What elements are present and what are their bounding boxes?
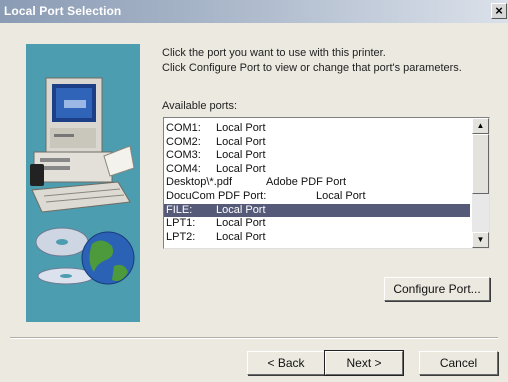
window-title: Local Port Selection <box>4 4 122 18</box>
port-description: Local Port <box>216 203 266 216</box>
port-description: Local Port <box>216 162 266 175</box>
port-description: Local Port <box>216 135 266 148</box>
port-row-desktop-pdf[interactable]: Desktop\*.pdf Adobe PDF Port <box>164 176 470 190</box>
port-name: COM3: <box>166 149 201 162</box>
local-port-selection-dialog: Local Port Selection × Click the port yo… <box>0 0 508 382</box>
port-name: DocuCom PDF Port: <box>166 189 267 202</box>
port-description: Local Port <box>216 149 266 162</box>
port-name: LPT1: <box>166 217 196 230</box>
instruction-line-1: Click the port you want to use with this… <box>162 47 386 59</box>
ports-scrollbar[interactable]: ▲ ▼ <box>472 118 489 248</box>
scroll-down-arrow-icon[interactable]: ▼ <box>472 232 489 248</box>
wizard-illustration <box>26 44 140 322</box>
port-row-com1[interactable]: COM1: Local Port <box>164 122 470 136</box>
port-row-com3[interactable]: COM3: Local Port <box>164 149 470 163</box>
port-row-docucom[interactable]: DocuCom PDF Port: Local Port <box>164 190 470 204</box>
port-description: Local Port <box>216 217 266 230</box>
port-name: Desktop\*.pdf <box>166 176 233 189</box>
port-name: COM4: <box>166 162 201 175</box>
instructions: Click the port you want to use with this… <box>162 46 492 76</box>
instruction-line-2: Click Configure Port to view or change t… <box>162 62 462 74</box>
port-description: Local Port <box>316 189 366 202</box>
port-description: Local Port <box>216 122 266 134</box>
port-description: Local Port <box>216 230 266 243</box>
port-row-lpt1[interactable]: LPT1: Local Port <box>164 217 470 231</box>
scroll-thumb[interactable] <box>472 134 489 194</box>
divider <box>10 337 498 339</box>
next-button[interactable]: Next > <box>324 350 404 376</box>
port-description: Adobe PDF Port <box>266 176 347 189</box>
port-row-lpt2[interactable]: LPT2: Local Port <box>164 231 470 245</box>
port-name: COM1: <box>166 122 201 134</box>
ports-list: COM1: Local Port COM2: Local Port COM3: … <box>164 122 470 244</box>
port-row-com4[interactable]: COM4: Local Port <box>164 163 470 177</box>
title-bar[interactable]: Local Port Selection × <box>0 0 508 23</box>
port-name: FILE: <box>166 203 193 216</box>
port-name: COM2: <box>166 135 201 148</box>
scroll-up-arrow-icon[interactable]: ▲ <box>472 118 489 134</box>
back-button[interactable]: < Back <box>247 351 325 375</box>
available-ports-label: Available ports: <box>162 100 238 112</box>
computer-illustration-icon <box>30 77 135 285</box>
ports-listbox[interactable]: COM1: Local Port COM2: Local Port COM3: … <box>163 117 490 249</box>
cancel-button[interactable]: Cancel <box>419 351 498 375</box>
port-row-com2[interactable]: COM2: Local Port <box>164 136 470 150</box>
port-name: LPT2: <box>166 230 196 243</box>
close-button[interactable]: × <box>491 3 507 19</box>
configure-port-button[interactable]: Configure Port... <box>384 277 490 301</box>
port-row-file-selected[interactable]: FILE: Local Port <box>164 203 470 218</box>
